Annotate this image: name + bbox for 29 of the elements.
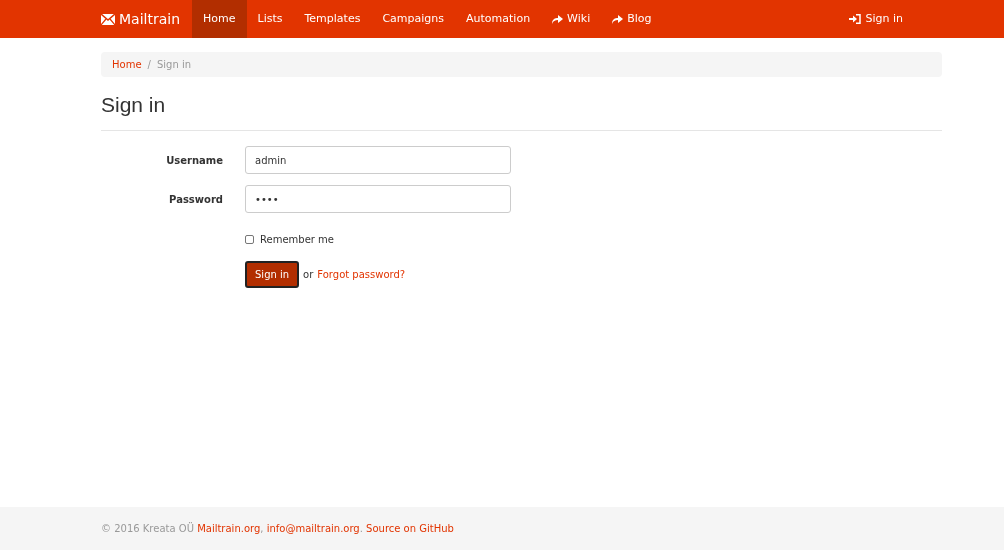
field-label: Username xyxy=(165,153,223,168)
nav-link[interactable]: Home xyxy=(192,0,247,38)
footer-link[interactable]: info@mailtrain.org xyxy=(266,523,360,534)
nav-link[interactable]: Campaigns xyxy=(371,0,456,38)
field-label: Password xyxy=(168,192,223,207)
envelope-icon xyxy=(101,13,115,25)
nav-link[interactable]: Automation xyxy=(455,0,542,38)
brand-link[interactable]: Mailtrain xyxy=(101,0,193,38)
or-text: or xyxy=(303,268,314,282)
input-field[interactable]: •••• xyxy=(245,185,511,213)
remember-label: Remember me xyxy=(260,233,334,247)
nav-link[interactable]: Lists xyxy=(246,0,294,38)
share-arrow-icon xyxy=(612,14,624,24)
nav-link[interactable]: Blog xyxy=(601,0,663,38)
copyright-text: © 2016 Kreata OÜ Mailtrain.org, info@mailtrain.org. Source on GitHub xyxy=(101,521,454,536)
remember-checkbox[interactable] xyxy=(245,235,254,244)
nav-link[interactable]: Templates xyxy=(293,0,372,38)
nav-link[interactable]: Wiki xyxy=(541,0,602,38)
sign-in-link[interactable]: Sign in xyxy=(849,0,903,38)
sign-in-button[interactable]: Sign in xyxy=(245,261,300,288)
breadcrumb-separator: / xyxy=(147,58,151,72)
forgot-password-link[interactable]: Forgot password? xyxy=(317,267,406,282)
sign-in-icon xyxy=(849,14,862,24)
share-arrow-icon xyxy=(552,14,564,24)
breadcrumb-current: Sign in xyxy=(156,58,191,72)
page-heading: Sign in xyxy=(101,92,167,118)
breadcrumb-link[interactable]: Home xyxy=(112,57,142,72)
footer-link[interactable]: Source on GitHub xyxy=(366,523,454,534)
input-field[interactable]: admin xyxy=(245,146,511,174)
